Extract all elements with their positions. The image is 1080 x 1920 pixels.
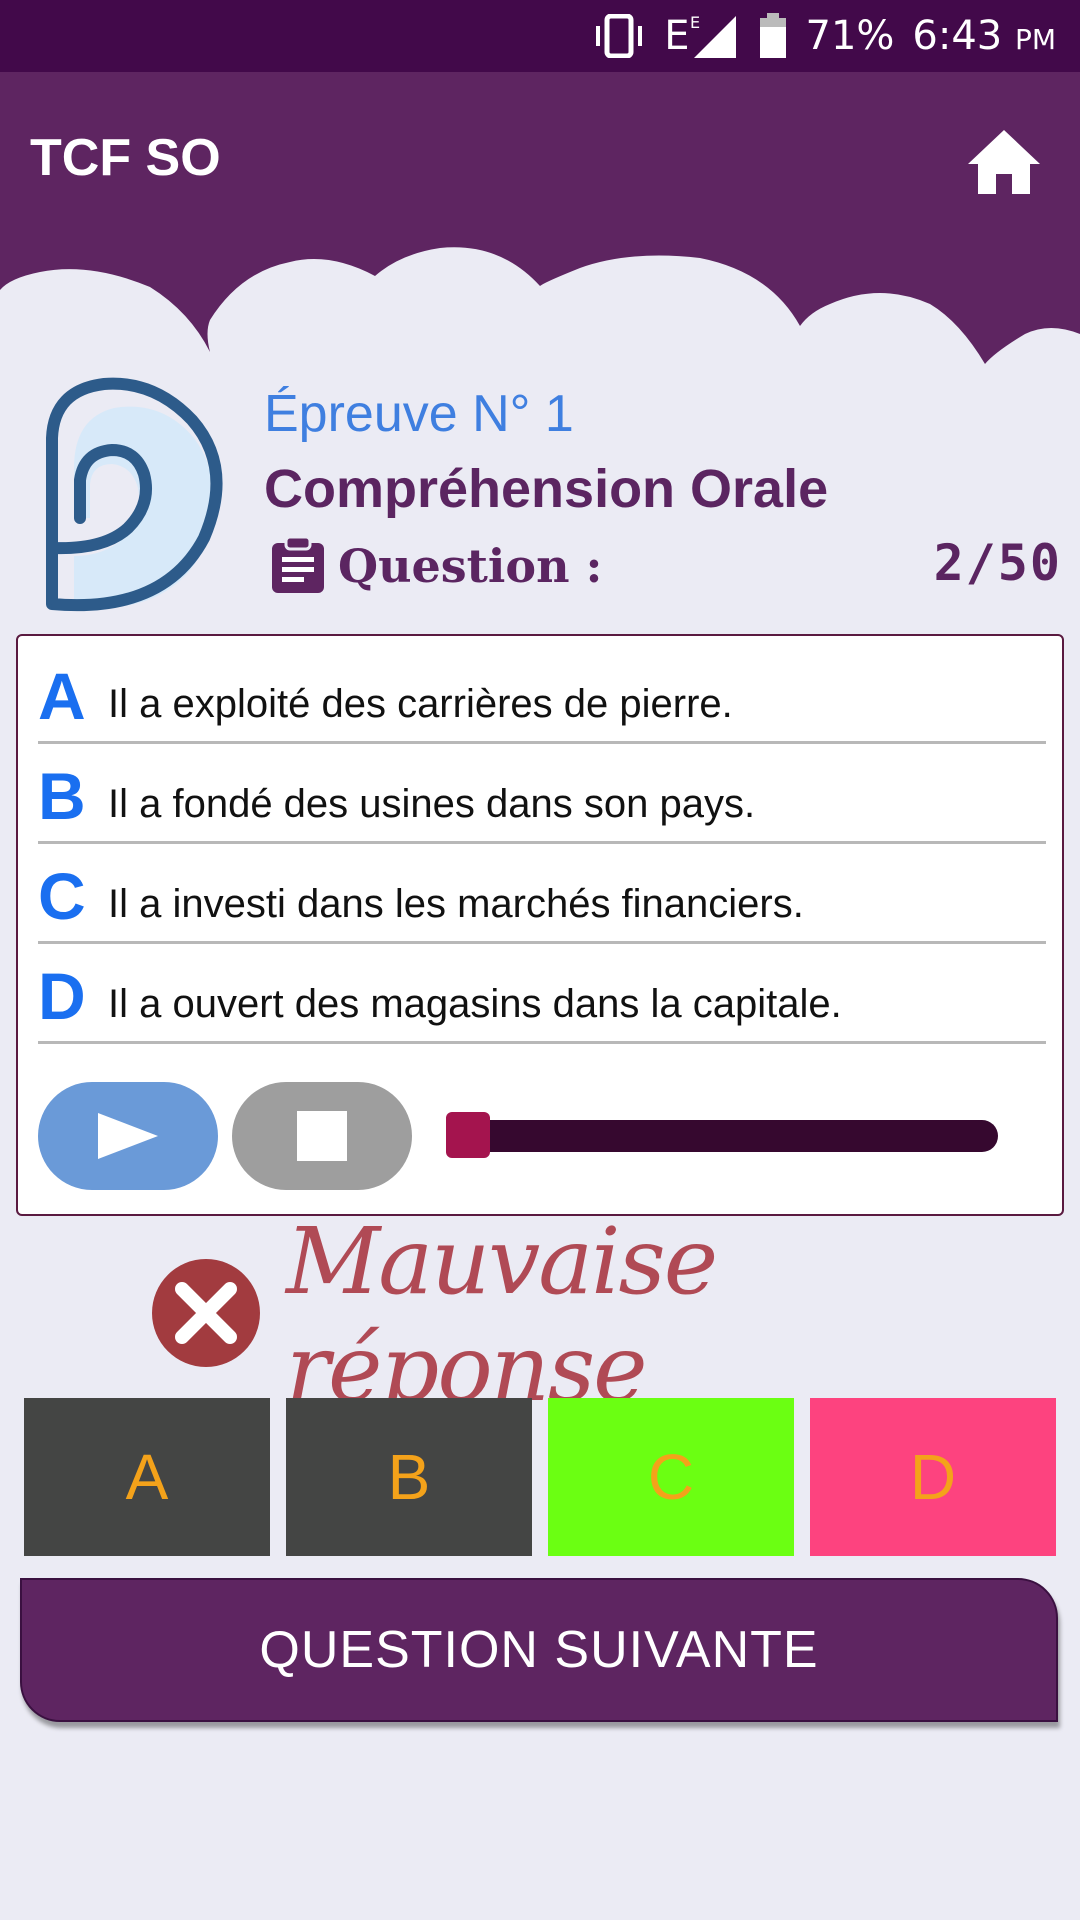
stop-button[interactable] (232, 1082, 412, 1190)
wrong-answer-icon (150, 1257, 262, 1374)
clipboard-icon (270, 535, 326, 598)
option-text: Il a exploité des carrières de pierre. (108, 682, 733, 726)
option-row-a[interactable]: A Il a exploité des carrières de pierre. (38, 644, 1046, 744)
signal-icon: E E (664, 13, 739, 59)
app-header: TCF SO (0, 72, 1080, 372)
battery-icon (758, 13, 788, 59)
option-text: Il a ouvert des magasins dans la capital… (108, 982, 842, 1026)
stop-icon (297, 1111, 347, 1161)
clock-ampm: PM (1014, 23, 1056, 56)
play-icon (98, 1113, 158, 1159)
epreuve-number: Épreuve N° 1 (264, 385, 574, 443)
option-row-c[interactable]: C Il a investi dans les marchés financie… (38, 844, 1046, 944)
header-background (0, 72, 1080, 364)
option-text: Il a investi dans les marchés financiers… (108, 882, 804, 926)
option-text: Il a fondé des usines dans son pays. (108, 782, 756, 826)
clock-time: 6:43 (912, 13, 1003, 59)
result-feedback: Mauvaise réponse (150, 1208, 950, 1422)
option-letter: A (38, 659, 86, 733)
next-question-button[interactable]: QUESTION SUIVANTE (20, 1578, 1058, 1722)
choice-c-button[interactable]: C (548, 1398, 794, 1556)
ear-icon (44, 368, 224, 614)
choice-a-button[interactable]: A (24, 1398, 270, 1556)
option-letter: B (38, 759, 86, 833)
option-row-b[interactable]: B Il a fondé des usines dans son pays. (38, 744, 1046, 844)
play-button[interactable] (38, 1082, 218, 1190)
option-letter: C (38, 859, 86, 933)
question-label: Question : (338, 539, 603, 593)
choice-d-button[interactable]: D (810, 1398, 1056, 1556)
section-title: Compréhension Orale (264, 459, 829, 519)
clock: 6:43 PM (912, 13, 1056, 59)
choice-b-button[interactable]: B (286, 1398, 532, 1556)
audio-seek-thumb[interactable] (446, 1112, 490, 1158)
result-text: Mauvaise réponse (286, 1208, 718, 1422)
battery-percent: 71% (805, 13, 895, 59)
question-header: Question : (270, 534, 603, 598)
home-button[interactable] (964, 122, 1044, 202)
network-type: E (664, 13, 690, 59)
app-title: TCF SO (30, 129, 221, 187)
vibrate-icon (592, 14, 646, 58)
option-letter: D (38, 959, 86, 1033)
svg-text:E: E (690, 14, 700, 32)
home-icon (968, 130, 1040, 194)
audio-seek-bar[interactable] (448, 1120, 998, 1152)
answer-options-card: A Il a exploité des carrières de pierre.… (16, 634, 1064, 1216)
status-bar: E E 71% 6:43 PM (0, 0, 1080, 72)
option-row-d[interactable]: D Il a ouvert des magasins dans la capit… (38, 944, 1046, 1044)
question-counter: 2/50 (933, 534, 1062, 592)
